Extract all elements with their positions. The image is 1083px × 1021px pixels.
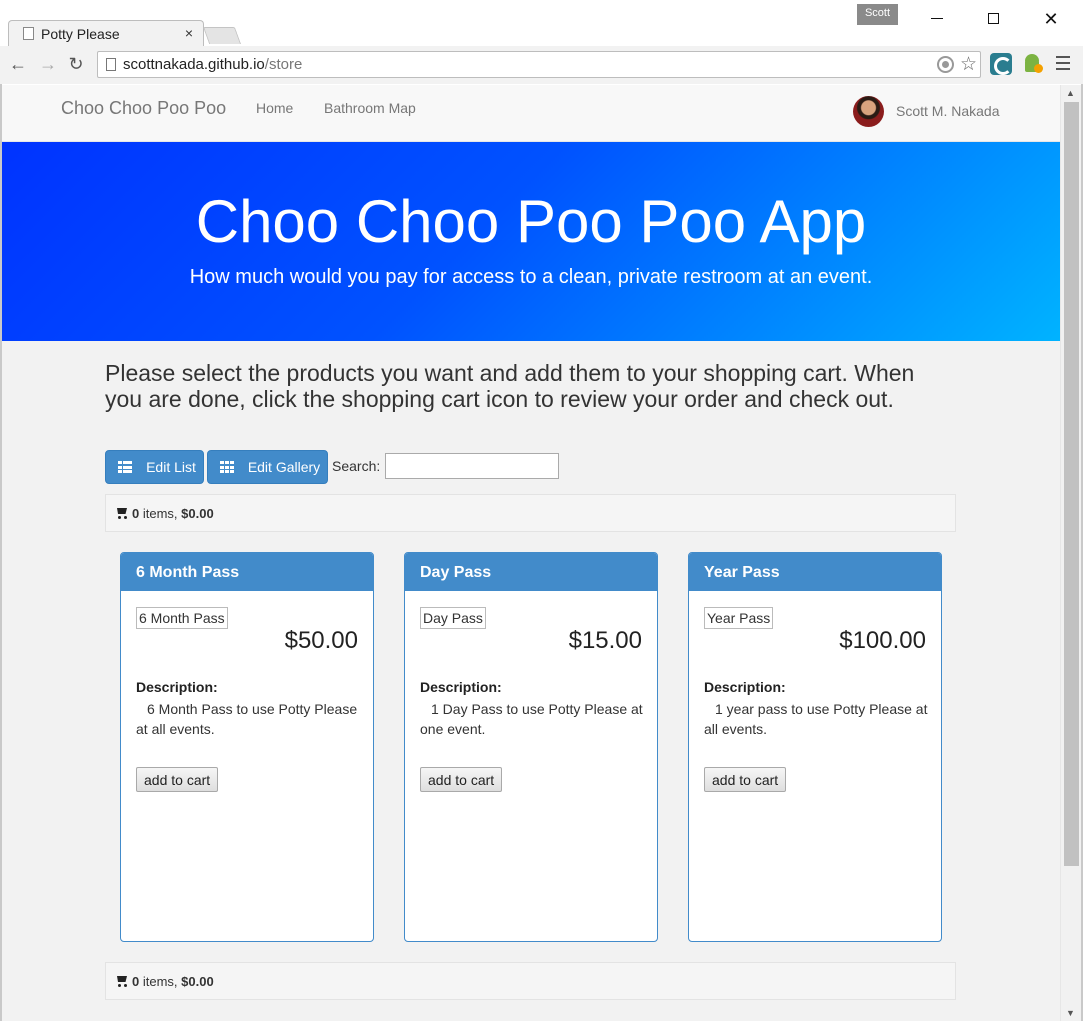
extension-badge <box>1034 64 1043 73</box>
browser-tab[interactable]: Potty Please × <box>8 20 204 46</box>
hero-banner: Choo Choo Poo Poo App How much would you… <box>2 142 1060 341</box>
edit-gallery-button[interactable]: Edit Gallery <box>207 450 328 484</box>
android-extension-icon[interactable] <box>1022 54 1043 74</box>
description-label: Description: <box>136 679 218 695</box>
avatar[interactable] <box>853 96 884 127</box>
new-tab-button[interactable] <box>202 27 242 44</box>
scrollbar-thumb[interactable] <box>1064 102 1079 866</box>
product-price: $50.00 <box>284 627 358 654</box>
cart-items-label: items, <box>139 974 182 989</box>
site-navbar: Choo Choo Poo Poo Home Bathroom Map Scot… <box>2 85 1060 142</box>
forward-button[interactable]: → <box>38 54 58 75</box>
close-icon: ✕ <box>1043 9 1059 29</box>
maximize-button[interactable] <box>970 6 1016 32</box>
page-icon <box>106 58 116 71</box>
cart-total: $0.00 <box>181 506 214 521</box>
add-to-cart-button[interactable]: add to cart <box>704 767 787 792</box>
product-image-placeholder: 6 Month Pass <box>136 607 228 629</box>
product-price: $100.00 <box>839 627 926 654</box>
description-label: Description: <box>420 679 502 695</box>
product-description: 1 Day Pass to use Potty Please at one ev… <box>420 701 643 737</box>
page-favicon-icon <box>23 27 34 40</box>
nav-home-link[interactable]: Home <box>256 100 293 116</box>
product-title: Day Pass <box>405 553 657 591</box>
reload-button[interactable]: ↻ <box>66 54 86 75</box>
scroll-down-arrow-icon[interactable]: ▼ <box>1066 1008 1075 1018</box>
url-path: /store <box>264 56 303 73</box>
reload-icon: ↻ <box>68 54 84 74</box>
tab-title: Potty Please <box>41 26 120 42</box>
url-host: scottnakada.github.io <box>123 56 265 73</box>
hero-subtitle: How much would you pay for access to a c… <box>189 266 873 288</box>
intro-text: Please select the products you want and … <box>105 360 915 412</box>
browser-menu-icon[interactable] <box>1056 56 1070 74</box>
add-to-cart-button[interactable]: add to cart <box>136 767 219 792</box>
cart-summary-bottom[interactable]: 0 items, $0.00 <box>105 962 956 1000</box>
product-title: 6 Month Pass <box>121 553 373 591</box>
edit-list-label: Edit List <box>146 459 196 475</box>
url-text[interactable]: scottnakada.github.io/store <box>123 56 302 73</box>
product-card: Year Pass Year Pass $100.00 Description:… <box>688 552 942 942</box>
cart-items-label: items, <box>139 506 182 521</box>
product-image-placeholder: Day Pass <box>420 607 486 629</box>
list-icon <box>118 461 132 473</box>
cart-summary-text: 0 items, $0.00 <box>115 974 214 989</box>
intro-section: Please select the products you want and … <box>105 360 956 412</box>
back-button[interactable]: ← <box>8 54 28 75</box>
close-window-button[interactable]: ✕ <box>1028 6 1074 32</box>
product-description: 6 Month Pass to use Potty Please at all … <box>136 701 358 737</box>
product-card: Day Pass Day Pass $15.00 Description: 1 … <box>404 552 658 942</box>
edit-list-button[interactable]: Edit List <box>105 450 204 484</box>
browser-chrome: Potty Please × Scott ✕ ← → ↻ scottnakada… <box>0 0 1083 84</box>
vertical-scrollbar[interactable]: ▲ ▼ <box>1060 85 1081 1021</box>
scroll-up-arrow-icon[interactable]: ▲ <box>1066 88 1075 98</box>
arrow-left-icon: ← <box>9 54 27 74</box>
description-label: Description: <box>704 679 786 695</box>
minimize-button[interactable] <box>914 6 960 32</box>
tab-close-icon[interactable]: × <box>185 25 193 41</box>
minimize-icon <box>931 18 943 20</box>
add-to-cart-button[interactable]: add to cart <box>420 767 503 792</box>
arrow-right-icon: → <box>39 54 57 74</box>
search-label: Search: <box>332 458 381 474</box>
search-input[interactable] <box>385 453 559 479</box>
profile-badge[interactable]: Scott <box>857 4 898 25</box>
user-name-link[interactable]: Scott M. Nakada <box>896 103 1000 119</box>
product-image-placeholder: Year Pass <box>704 607 774 629</box>
address-bar[interactable]: scottnakada.github.io/store ☆ <box>97 51 981 78</box>
page-viewport: Choo Choo Poo Poo Home Bathroom Map Scot… <box>2 85 1060 1021</box>
product-card: 6 Month Pass 6 Month Pass $50.00 Descrip… <box>120 552 374 942</box>
grid-icon <box>220 461 234 473</box>
brand-link[interactable]: Choo Choo Poo Poo <box>61 98 226 119</box>
extension-icon[interactable] <box>990 53 1012 75</box>
nav-bathroom-map-link[interactable]: Bathroom Map <box>324 100 416 116</box>
cart-total: $0.00 <box>181 974 214 989</box>
browser-toolbar: ← → ↻ scottnakada.github.io/store ☆ <box>0 46 1083 84</box>
product-title: Year Pass <box>689 553 941 591</box>
cart-summary-text: 0 items, $0.00 <box>115 506 214 521</box>
shopping-cart-icon[interactable] <box>115 975 129 987</box>
cart-summary-top[interactable]: 0 items, $0.00 <box>105 494 956 532</box>
title-bar: Potty Please × Scott ✕ <box>0 0 1083 46</box>
shopping-cart-icon[interactable] <box>115 507 129 519</box>
edit-gallery-label: Edit Gallery <box>247 459 321 475</box>
product-description: 1 year pass to use Potty Please at all e… <box>704 701 928 737</box>
location-target-icon[interactable] <box>937 56 954 73</box>
maximize-icon <box>987 13 999 25</box>
bookmark-star-icon[interactable]: ☆ <box>960 53 977 76</box>
hero-title: Choo Choo Poo Poo App <box>195 188 867 255</box>
product-price: $15.00 <box>568 627 642 654</box>
